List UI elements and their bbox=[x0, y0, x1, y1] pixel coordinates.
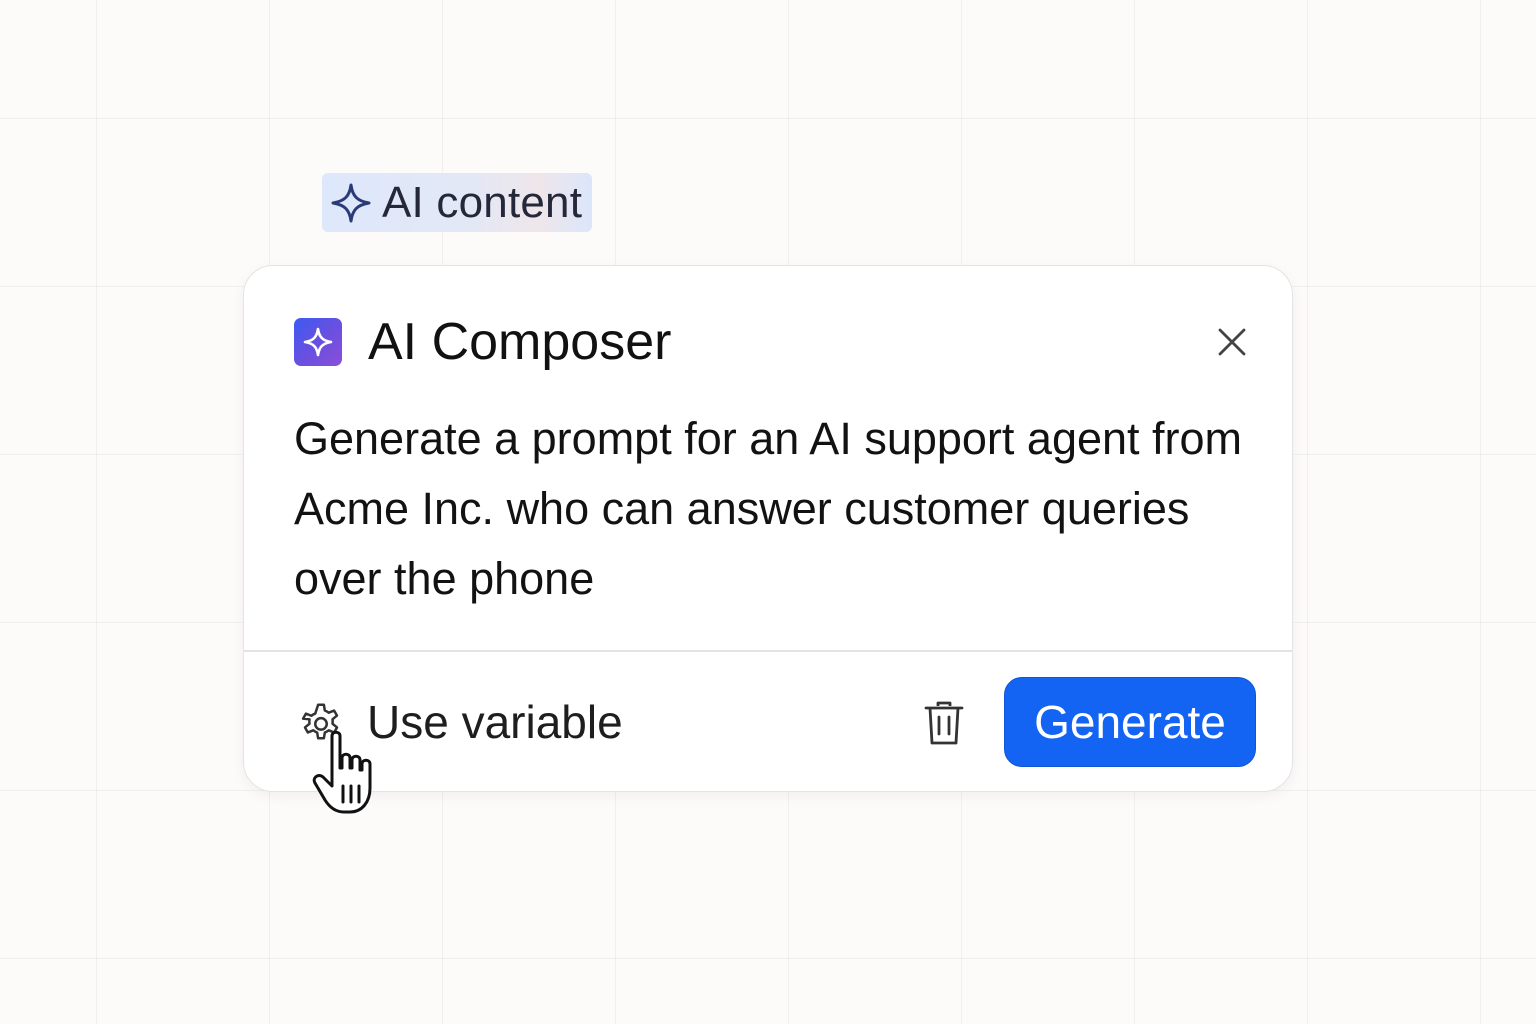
gear-icon bbox=[297, 698, 345, 746]
trash-icon bbox=[924, 701, 964, 745]
composer-footer: Use variable Generate bbox=[244, 652, 1292, 791]
ai-content-chip[interactable]: AI content bbox=[322, 173, 593, 232]
delete-button[interactable] bbox=[920, 697, 968, 749]
ai-content-label: AI content bbox=[382, 177, 583, 227]
sparkle-outline-icon bbox=[330, 182, 372, 224]
composer-header: AI Composer bbox=[294, 314, 1252, 370]
close-icon bbox=[1218, 328, 1246, 356]
close-button[interactable] bbox=[1212, 322, 1252, 362]
use-variable-button[interactable]: Use variable bbox=[297, 682, 623, 762]
generate-button[interactable]: Generate bbox=[1004, 677, 1256, 767]
use-variable-label: Use variable bbox=[367, 696, 623, 748]
composer-title: AI Composer bbox=[368, 313, 672, 371]
ai-composer-panel: AI Composer Generate a prompt for an AI … bbox=[243, 265, 1293, 792]
sparkle-badge-icon bbox=[294, 318, 342, 366]
prompt-text[interactable]: Generate a prompt for an AI support agen… bbox=[294, 404, 1254, 614]
